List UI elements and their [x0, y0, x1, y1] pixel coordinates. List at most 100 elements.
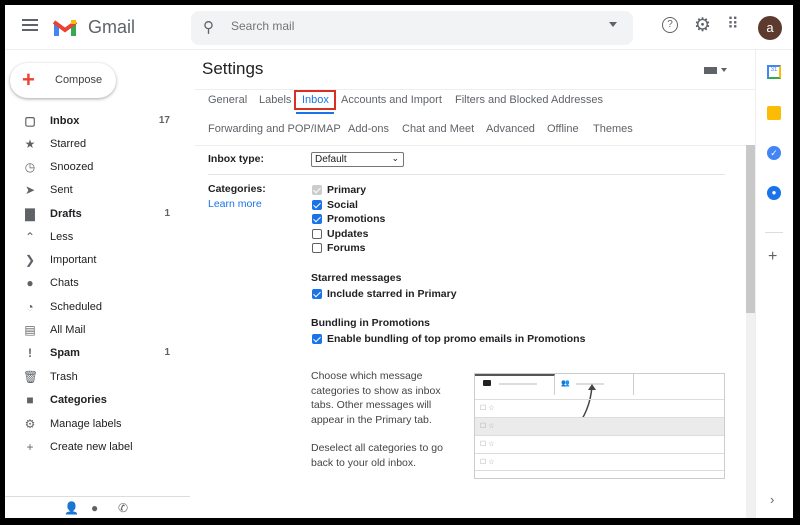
sidebar-item-less[interactable]: ⌃ Less	[5, 225, 190, 248]
category-label: Updates	[327, 227, 369, 240]
keep-icon[interactable]	[767, 106, 781, 120]
all-mail-icon: ▤	[24, 322, 36, 337]
sidebar-item-inbox[interactable]: ▢ Inbox 17	[5, 109, 190, 132]
inbox-tab-highlight	[294, 90, 336, 110]
sidebar-item-all-mail[interactable]: ▤ All Mail	[5, 318, 190, 341]
tab-themes[interactable]: Themes	[593, 123, 633, 135]
sidebar-item-label: Starred	[50, 137, 87, 150]
sidebar-item-label: Chats	[50, 276, 79, 289]
sidebar-item-manage-labels[interactable]: ⚙ Manage labels	[5, 412, 190, 435]
chevron-right-icon[interactable]: ›	[770, 492, 774, 507]
sidebar-item-starred[interactable]: ★ Starred	[5, 132, 190, 155]
sidebar-item-label: Spam	[50, 346, 80, 359]
gear-icon: ⚙	[24, 416, 36, 431]
sidebar-item-label: All Mail	[50, 323, 86, 336]
tab-general[interactable]: General	[208, 94, 247, 106]
bundling-label: Enable bundling of top promo emails in P…	[327, 333, 586, 345]
sidebar-item-count: 1	[164, 208, 170, 219]
tab-accounts-and-import[interactable]: Accounts and Import	[341, 94, 442, 106]
search-options-icon[interactable]	[609, 22, 617, 31]
add-addon-icon[interactable]: +	[768, 248, 777, 266]
gear-icon[interactable]: ⚙	[694, 14, 711, 37]
search-input[interactable]	[231, 19, 591, 33]
divider	[195, 89, 755, 90]
star-icon: ★	[24, 136, 36, 151]
category-forums-checkbox[interactable]	[312, 243, 322, 254]
compose-label: Compose	[55, 74, 103, 86]
trash-icon: 🗑	[23, 369, 39, 384]
people-icon: 👥	[561, 380, 570, 387]
tab-add-ons[interactable]: Add-ons	[348, 123, 389, 135]
inbox-tabs-illustration: 👥 ☐ ☆ ☐ ☆ ☐ ☆ ☐ ☆	[474, 373, 725, 479]
learn-more-link[interactable]: Learn more	[208, 198, 262, 210]
clock-icon: ◷	[24, 159, 36, 174]
keyboard-icon[interactable]	[704, 67, 717, 74]
sidebar-item-categories[interactable]: ■ Categories	[5, 388, 190, 411]
sidebar-item-scheduled[interactable]: ◔ Scheduled	[5, 295, 190, 318]
scrollbar-thumb[interactable]	[746, 145, 755, 313]
sidebar-item-important[interactable]: ❯ Important	[5, 248, 190, 271]
apps-icon[interactable]: ⠿	[727, 14, 739, 34]
plus-icon: +	[22, 67, 35, 92]
tasks-icon[interactable]: ✓	[767, 146, 781, 160]
sidebar-item-label: Create new label	[50, 440, 133, 453]
plus-icon: +	[26, 439, 34, 454]
divider	[5, 496, 190, 497]
include-starred-checkbox[interactable]	[312, 289, 322, 299]
chevron-down-icon[interactable]	[721, 68, 727, 75]
inbox-type-value: Default	[315, 154, 347, 165]
sidebar-item-drafts[interactable]: ▇ Drafts 1	[5, 202, 190, 225]
sidebar-item-label: Drafts	[50, 207, 82, 220]
sidebar-item-create-new-label[interactable]: + Create new label	[5, 435, 190, 458]
sidebar-item-sent[interactable]: ➤ Sent	[5, 178, 190, 201]
sidebar-item-trash[interactable]: 🗑 Trash	[5, 365, 190, 388]
send-icon: ➤	[24, 182, 36, 197]
avatar[interactable]: a	[758, 16, 782, 40]
help-icon[interactable]: ?	[662, 17, 678, 33]
sidebar-item-label: Scheduled	[50, 300, 102, 313]
chat-icon[interactable]: ●	[91, 501, 98, 515]
deselect-description: Deselect all categories to go back to yo…	[311, 442, 443, 469]
app-name: Gmail	[88, 17, 136, 37]
search-bar[interactable]: ⚲	[191, 11, 633, 45]
search-icon[interactable]: ⚲	[203, 18, 214, 36]
categories-label: Categories:	[208, 183, 266, 195]
scrollbar[interactable]	[746, 145, 755, 518]
sidebar-item-label: Inbox	[50, 114, 80, 127]
inbox-type-select[interactable]: Default ⌄	[311, 152, 404, 167]
chat-icon: ●	[26, 275, 34, 290]
sidebar-item-count: 17	[158, 115, 170, 126]
contacts-icon[interactable]: 👤	[64, 501, 79, 515]
sidebar-item-label: Trash	[50, 370, 78, 383]
calendar-icon[interactable]: 31	[767, 65, 781, 79]
category-promotions-checkbox[interactable]	[312, 214, 322, 225]
sidebar-item-label: Less	[50, 230, 74, 243]
sidebar-item-label: Categories	[50, 393, 107, 406]
chevron-up-icon: ⌃	[24, 229, 36, 244]
gmail-logo[interactable]	[52, 18, 78, 38]
important-icon: ❯	[24, 252, 36, 267]
sidebar-item-spam[interactable]: ! Spam 1	[5, 341, 190, 364]
sidebar-item-label: Snoozed	[50, 160, 94, 173]
category-social-checkbox[interactable]	[312, 199, 322, 210]
tab-forwarding-and-pop-imap[interactable]: Forwarding and POP/IMAP	[208, 123, 341, 135]
include-starred-label: Include starred in Primary	[327, 288, 457, 300]
category-updates-checkbox[interactable]	[312, 228, 322, 239]
tab-filters-and-blocked-addresses[interactable]: Filters and Blocked Addresses	[455, 94, 603, 106]
inbox-icon: ▢	[24, 113, 36, 128]
menu-icon[interactable]	[22, 19, 38, 31]
bundling-checkbox[interactable]	[312, 334, 322, 344]
contacts-icon[interactable]: ●	[767, 186, 781, 200]
tab-offline[interactable]: Offline	[547, 123, 579, 135]
sidebar-item-snoozed[interactable]: ◷ Snoozed	[5, 155, 190, 178]
inbox-type-label: Inbox type:	[208, 153, 265, 165]
tab-chat-and-meet[interactable]: Chat and Meet	[402, 123, 474, 135]
sidebar-item-count: 1	[164, 347, 170, 358]
compose-button[interactable]: + Compose	[10, 63, 116, 98]
sidebar-item-chats[interactable]: ● Chats	[5, 271, 190, 294]
tab-labels[interactable]: Labels	[259, 94, 291, 106]
sidebar-item-label: Sent	[50, 183, 73, 196]
phone-icon[interactable]: ✆	[118, 501, 128, 515]
scheduled-icon: ◔	[26, 299, 34, 314]
tab-advanced[interactable]: Advanced	[486, 123, 535, 135]
